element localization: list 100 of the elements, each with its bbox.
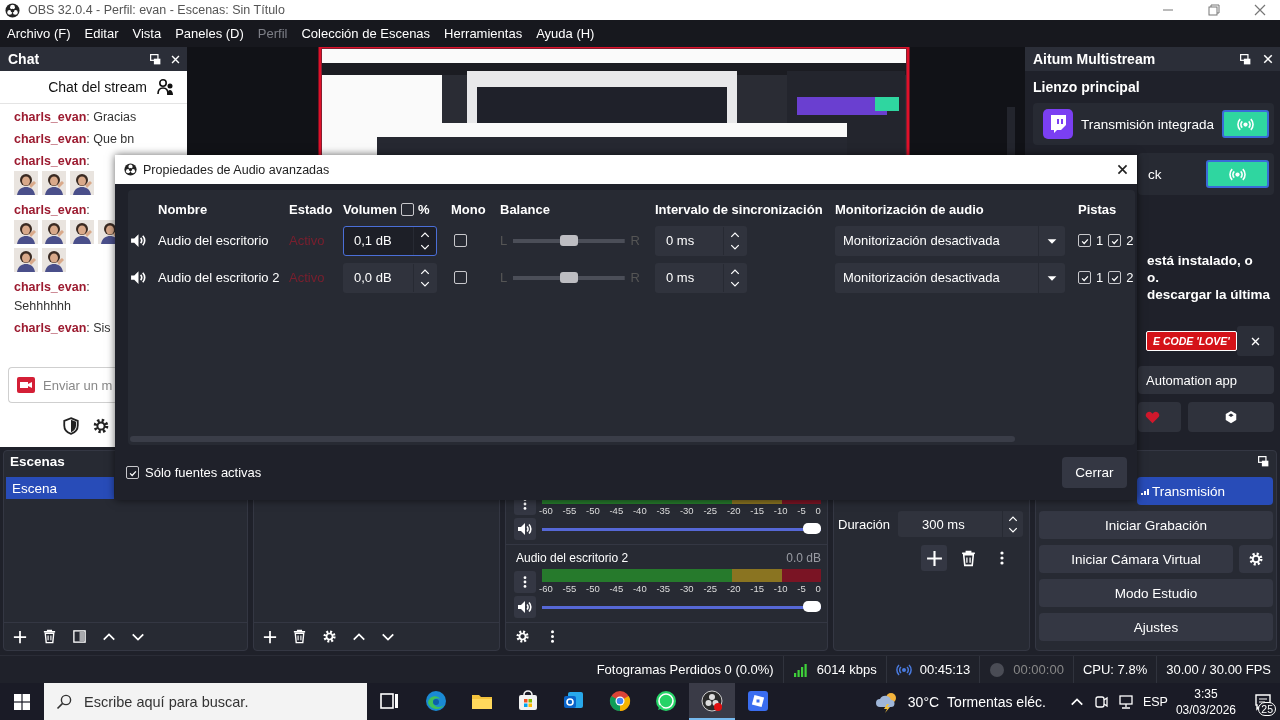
scale-label: -60 (539, 505, 553, 516)
float-button[interactable] (1239, 52, 1252, 66)
message-icon (1254, 692, 1272, 711)
stream-toggle-button[interactable] (1206, 160, 1269, 188)
settings-icon (92, 417, 110, 435)
menu-item[interactable]: Editar (77, 26, 126, 41)
control-button[interactable]: Ajustes (1039, 613, 1273, 641)
duration-field[interactable]: 300 ms (898, 511, 1023, 537)
status-text: Activo (289, 270, 325, 285)
scale-label: -20 (726, 505, 741, 516)
track-checkbox[interactable] (1078, 271, 1091, 284)
filters-button[interactable] (72, 629, 87, 644)
users-icon[interactable] (157, 78, 175, 96)
restore-icon[interactable] (1208, 4, 1220, 16)
column-header: % (417, 201, 430, 217)
notifications-button[interactable]: 25 (1246, 683, 1280, 720)
properties-button[interactable] (322, 629, 337, 644)
close-icon (170, 53, 181, 65)
promo-banner[interactable]: E CODE 'LOVE' (1146, 331, 1237, 351)
sync-offset-field[interactable]: 0 ms (655, 225, 747, 256)
close-icon[interactable] (1254, 4, 1266, 16)
slider-handle[interactable] (803, 523, 821, 534)
sync-offset-field[interactable]: 0 ms (655, 262, 747, 293)
close-button[interactable] (1236, 326, 1274, 356)
remove-icon (959, 549, 977, 567)
source-name: Audio del escritorio 2 (158, 270, 280, 285)
chat-message: charls_evan: (14, 280, 90, 294)
settings-button[interactable] (92, 417, 110, 435)
menu-item[interactable]: Herramientas (437, 26, 530, 41)
volume-field[interactable]: 0,1 dB (343, 225, 437, 256)
scale-label: -50 (585, 583, 600, 594)
percent-checkbox[interactable] (400, 202, 414, 216)
date: 03/03/2026 (1175, 702, 1236, 717)
language-indicator[interactable]: ESP (1142, 694, 1168, 709)
mute-icon (517, 521, 533, 537)
taskbar-app[interactable] (689, 683, 735, 720)
mute-button[interactable] (130, 232, 147, 249)
volume-field[interactable]: 0,0 dB (343, 262, 437, 293)
advanced-audio-button[interactable] (515, 629, 530, 644)
menu-item[interactable]: Archivo (F) (0, 26, 78, 41)
mute-button[interactable] (514, 518, 536, 540)
close-button[interactable] (1116, 163, 1129, 176)
mute-button[interactable] (514, 596, 536, 618)
scale-label: -5 (797, 505, 806, 516)
notice-text: descargar la última (1147, 287, 1272, 302)
status-text: CPU: 7.8% (1082, 662, 1148, 677)
monitoring-dropdown[interactable]: Monitorización desactivada (835, 225, 1065, 256)
camera-icon[interactable] (1092, 693, 1109, 710)
search-field[interactable]: Escribe aquí para buscar. (44, 683, 367, 720)
chat-message: charls_evan: (14, 154, 90, 168)
moderation-icon (62, 417, 80, 435)
moderation-button[interactable] (62, 417, 80, 435)
chat-bubble-icon (654, 688, 678, 713)
mute-button[interactable] (130, 269, 147, 286)
column-header: Pistas (1078, 201, 1118, 217)
camera-settings-button[interactable] (1239, 545, 1273, 573)
advanced-audio-icon (515, 629, 530, 644)
active-only-checkbox[interactable] (126, 466, 139, 479)
slider-handle[interactable] (559, 235, 578, 246)
column-header: Mono (451, 201, 487, 217)
remove-button[interactable] (42, 629, 57, 644)
channel-menu-button[interactable] (514, 570, 536, 593)
automation-button[interactable]: Automation app (1138, 366, 1274, 394)
mono-checkbox[interactable] (454, 271, 467, 284)
float-button[interactable] (149, 52, 162, 66)
menu-item[interactable]: Colección de Escenas (294, 26, 438, 41)
clock[interactable]: 3:35 03/03/2026 (1175, 686, 1236, 717)
scale-label: 0 (815, 583, 821, 594)
add-button[interactable] (263, 629, 277, 644)
mono-checkbox[interactable] (454, 234, 467, 247)
game-icon (746, 688, 770, 713)
message-field[interactable]: Enviar un m (8, 367, 115, 403)
dock-title: Escenas (10, 453, 66, 469)
scene-item[interactable]: Escena (6, 477, 114, 499)
slider-handle[interactable] (559, 272, 578, 283)
menu-item[interactable]: Vista (125, 26, 169, 41)
float-button[interactable] (1257, 454, 1270, 468)
track-checkbox[interactable] (1078, 234, 1091, 247)
track-label: 1 (1096, 270, 1104, 285)
notice-text: está instalado, o (1147, 253, 1254, 268)
menu-item[interactable]: Ayuda (H) (529, 26, 602, 41)
network-icon[interactable] (1117, 693, 1134, 710)
control-button[interactable]: Iniciar Cámara Virtual (1039, 545, 1233, 573)
control-button[interactable]: Transmisión (1137, 477, 1273, 505)
slider-handle[interactable] (803, 601, 821, 612)
add-button[interactable] (13, 629, 27, 644)
control-button[interactable]: Iniciar Grabación (1039, 511, 1273, 539)
control-button[interactable]: Modo Estudio (1039, 579, 1273, 607)
close-button[interactable]: Cerrar (1062, 457, 1127, 488)
stream-toggle-button[interactable] (1222, 110, 1269, 138)
monitoring-dropdown[interactable]: Monitorización desactivada (835, 262, 1065, 293)
track-label: 2 (1126, 270, 1134, 285)
menu-item[interactable]: Paneles (D) (168, 26, 251, 41)
track-checkbox[interactable] (1108, 271, 1122, 284)
remove-button[interactable] (292, 629, 307, 644)
donate-button[interactable] (1138, 402, 1181, 432)
track-checkbox[interactable] (1108, 234, 1122, 247)
add-button[interactable] (921, 545, 947, 571)
browser-icon (608, 688, 632, 713)
scrollbar[interactable] (130, 436, 1015, 442)
